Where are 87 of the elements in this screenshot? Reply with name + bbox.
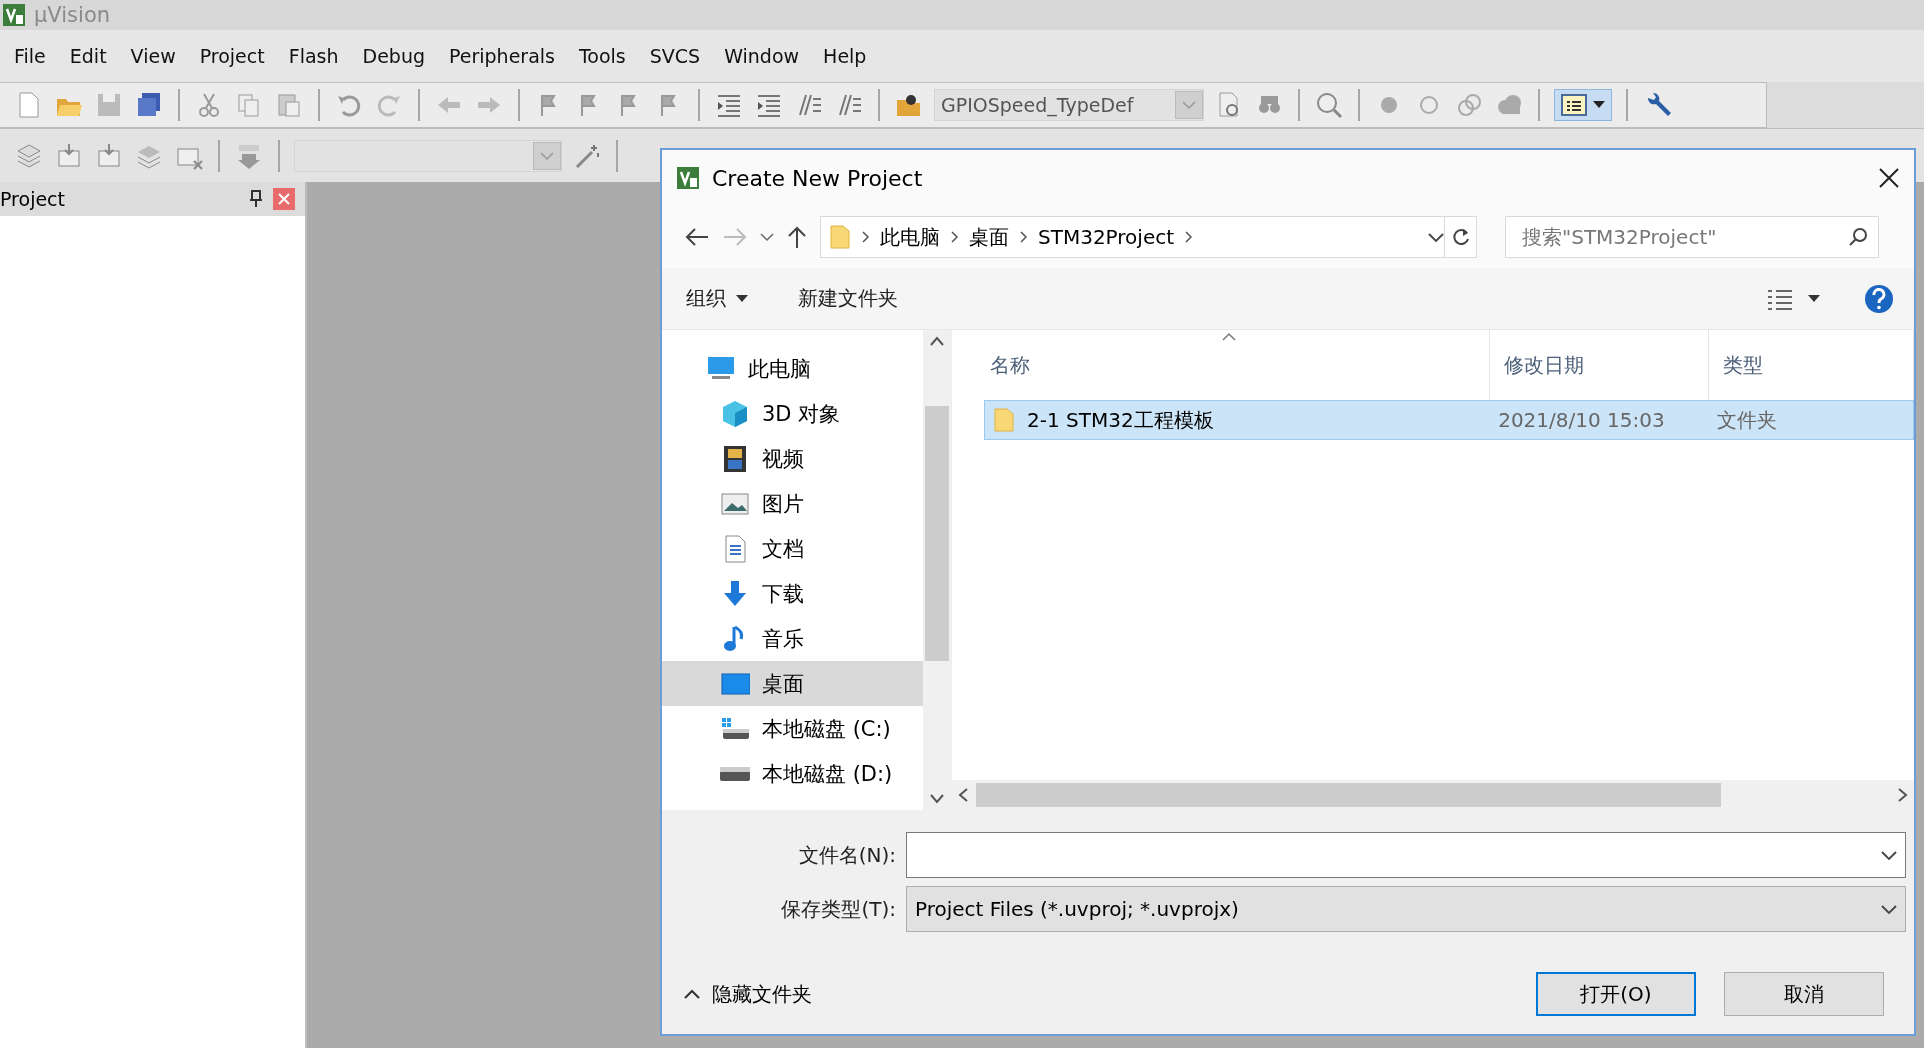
nav-item[interactable]: 文档 bbox=[662, 526, 923, 571]
menu-item[interactable]: View bbox=[118, 41, 188, 71]
caret-down-icon bbox=[736, 294, 748, 303]
folder-icon bbox=[829, 224, 851, 250]
horizontal-scrollbar[interactable] bbox=[952, 780, 1914, 810]
app-logo-icon bbox=[676, 166, 700, 190]
file-type: 文件夹 bbox=[1715, 406, 1778, 434]
help-icon[interactable] bbox=[1864, 283, 1894, 314]
file-name-field[interactable] bbox=[906, 832, 1906, 878]
search-field[interactable]: 搜索"STM32Project" bbox=[1505, 216, 1879, 258]
details-view-icon bbox=[1766, 287, 1794, 310]
vertical-scrollbar[interactable] bbox=[923, 330, 951, 810]
find-combo[interactable]: GPIOSpeed_TypeDef bbox=[934, 89, 1204, 121]
chevron-down-icon[interactable] bbox=[760, 232, 774, 242]
chevron-right-icon[interactable] bbox=[950, 230, 959, 244]
forward-arrow-icon[interactable] bbox=[722, 226, 748, 248]
breadcrumb-item[interactable]: 桌面 bbox=[969, 223, 1009, 251]
scroll-left-icon[interactable] bbox=[958, 788, 968, 802]
field-label: 文件名(N): bbox=[798, 841, 896, 869]
app-title: µVision bbox=[34, 3, 111, 27]
magnifier-icon[interactable] bbox=[1314, 90, 1344, 120]
nav-item[interactable]: 本地磁盘 (C:) bbox=[662, 706, 923, 751]
modified-date: 2021/8/10 15:03 bbox=[1497, 408, 1666, 432]
field-label: 保存类型(T): bbox=[781, 895, 896, 923]
scrollbar-thumb[interactable] bbox=[925, 406, 949, 661]
close-button[interactable] bbox=[273, 188, 295, 210]
close-icon[interactable] bbox=[1878, 167, 1900, 189]
address-bar[interactable]: 此电脑 桌面 STM32Project bbox=[820, 216, 1445, 258]
refresh-icon bbox=[1450, 227, 1471, 247]
view-options-button[interactable] bbox=[1766, 287, 1820, 310]
nav-item[interactable]: 此电脑 bbox=[662, 346, 923, 391]
nav-item[interactable]: 视频 bbox=[662, 436, 923, 481]
file-row[interactable]: 2-1 STM32工程模板 2021/8/10 15:03 文件夹 bbox=[984, 400, 1914, 440]
dialog-title: Create New Project bbox=[712, 165, 924, 191]
scroll-up-icon[interactable] bbox=[930, 336, 944, 346]
menu-item[interactable]: Flash bbox=[276, 41, 351, 71]
caret-down-icon bbox=[1593, 101, 1605, 109]
nav-item[interactable]: 3D 对象 bbox=[662, 391, 923, 436]
menu-item[interactable]: Debug bbox=[350, 41, 437, 71]
chevron-right-icon[interactable] bbox=[1184, 230, 1194, 244]
chevron-up-icon bbox=[684, 989, 700, 999]
cancel-button[interactable]: 取消 bbox=[1724, 972, 1884, 1016]
menu-item[interactable]: Edit bbox=[57, 41, 119, 71]
nav-item[interactable]: 本地磁盘 (D:) bbox=[662, 751, 923, 796]
scroll-right-icon[interactable] bbox=[1898, 788, 1908, 802]
panel-title: Project bbox=[0, 188, 66, 210]
caret-down-icon bbox=[1808, 294, 1820, 303]
close-icon bbox=[278, 193, 290, 205]
command-link[interactable]: 新建文件夹 bbox=[798, 285, 898, 312]
nav-item[interactable]: 音乐 bbox=[662, 616, 923, 661]
scroll-down-icon[interactable] bbox=[930, 794, 944, 804]
nav-item[interactable]: 下载 bbox=[662, 571, 923, 616]
menu-item[interactable]: Window bbox=[712, 41, 812, 71]
organize-menu[interactable]: 组织 bbox=[686, 285, 748, 312]
refresh-button[interactable] bbox=[1445, 216, 1477, 258]
up-arrow-icon[interactable] bbox=[786, 225, 808, 249]
chevron-right-icon bbox=[861, 230, 870, 244]
drive-icon bbox=[720, 766, 750, 781]
window-list-icon bbox=[1561, 93, 1587, 117]
breadcrumb-item[interactable]: 此电脑 bbox=[880, 223, 940, 251]
menu-item[interactable]: Help bbox=[811, 41, 879, 71]
hide-folders-button[interactable]: 隐藏文件夹 bbox=[684, 980, 812, 1008]
breadcrumb-item[interactable]: STM32Project bbox=[1038, 225, 1175, 249]
nav-item[interactable]: 桌面 bbox=[662, 661, 923, 706]
chevron-down-icon[interactable] bbox=[1428, 232, 1444, 242]
search-icon bbox=[1848, 227, 1868, 247]
scrollbar-thumb[interactable] bbox=[976, 783, 1721, 807]
back-arrow-icon[interactable] bbox=[684, 226, 710, 248]
chevron-down-icon[interactable] bbox=[1881, 850, 1897, 860]
cube-icon bbox=[720, 398, 750, 429]
open-button[interactable]: 打开(O) bbox=[1536, 972, 1696, 1016]
chevron-down-icon[interactable] bbox=[1881, 904, 1897, 914]
folder-icon bbox=[993, 407, 1015, 433]
sort-ascending-icon bbox=[1222, 332, 1236, 341]
search-input[interactable]: 搜索"STM32Project" bbox=[1520, 224, 1848, 250]
menu-item[interactable]: Peripherals bbox=[437, 41, 567, 71]
file-name: 2-1 STM32工程模板 bbox=[1027, 406, 1214, 434]
file-type-dropdown[interactable]: Project Files (*.uvproj; *.uvprojx) bbox=[906, 886, 1906, 932]
menu-item[interactable]: SVCS bbox=[637, 41, 713, 71]
menu-item[interactable]: Tools bbox=[566, 41, 638, 71]
menu-item[interactable]: File bbox=[2, 41, 58, 71]
window-layout-button[interactable] bbox=[1554, 89, 1612, 121]
menu-item[interactable]: Project bbox=[187, 41, 277, 71]
pin-icon[interactable] bbox=[249, 190, 263, 208]
chevron-right-icon[interactable] bbox=[1019, 230, 1028, 244]
nav-item[interactable]: 图片 bbox=[662, 481, 923, 526]
app-logo-icon bbox=[2, 3, 26, 27]
